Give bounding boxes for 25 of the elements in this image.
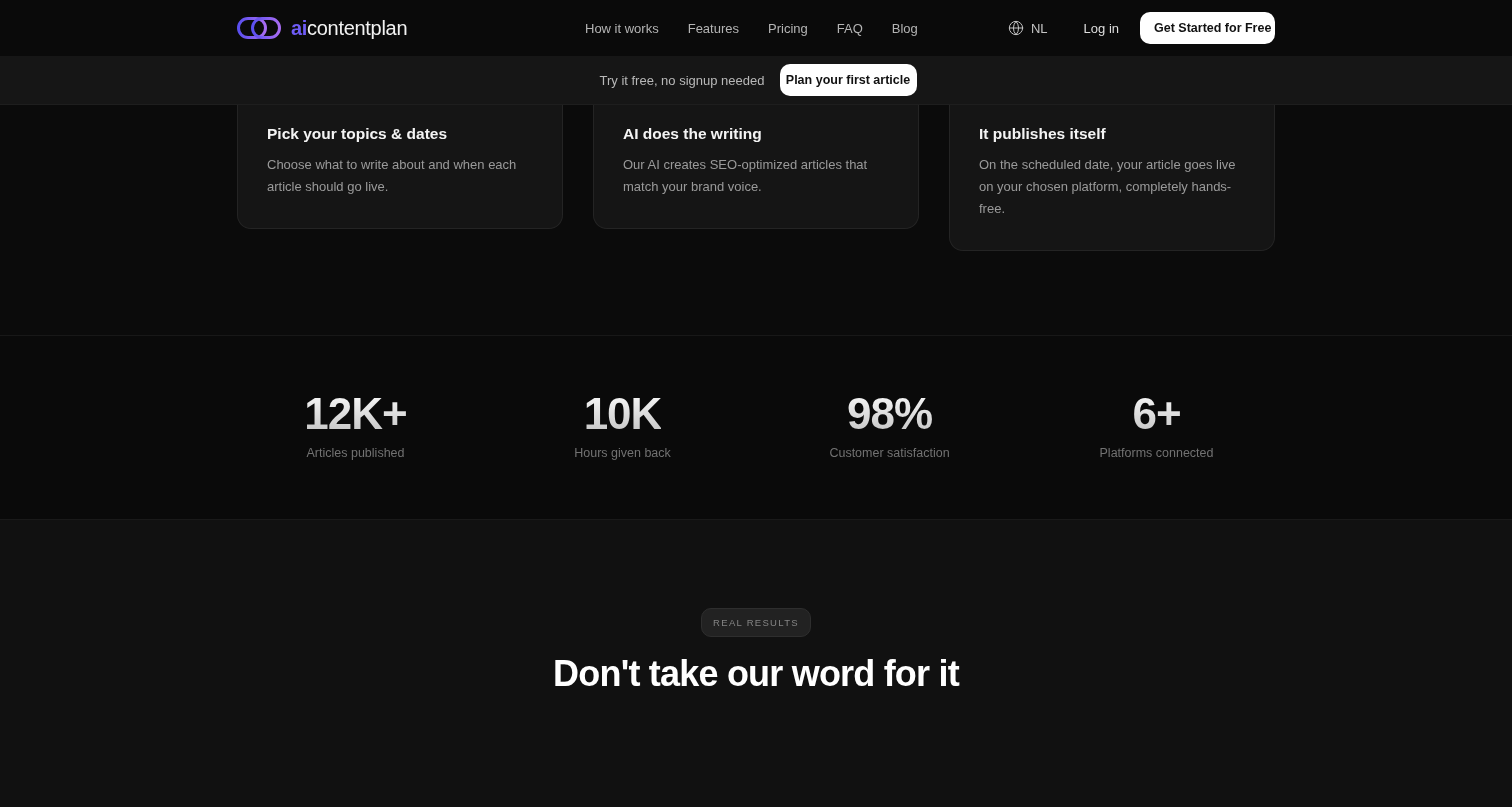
nav-link[interactable]: Pricing — [768, 20, 808, 36]
globe-icon — [1007, 20, 1024, 36]
step-description: On the scheduled date, your article goes live on your chosen platform, completely hands-free. — [979, 156, 1237, 218]
section-heading: Don't take our word for it — [553, 653, 959, 695]
plan-article-button[interactable]: Plan your first article — [779, 64, 917, 96]
step-description: Our AI creates SEO-optimized articles that match your brand voice. — [623, 156, 869, 196]
nav-link[interactable]: Blog — [891, 20, 918, 36]
nav-link[interactable]: How it works — [585, 20, 659, 36]
section-badge: REAL RESULTS — [701, 608, 811, 637]
stat-label: Hours given back — [574, 445, 671, 460]
login-link[interactable]: Log in — [1083, 20, 1119, 36]
stat-label: Articles published — [306, 445, 405, 460]
promo-text: Try it free, no signup needed — [599, 72, 765, 88]
logo-wordmark[interactable]: aicontentplan — [291, 16, 408, 40]
nav-link[interactable]: FAQ — [836, 20, 863, 36]
language-selector[interactable]: NL — [1007, 20, 1048, 36]
logo-rings-icon — [237, 17, 281, 39]
step-title: AI does the writing — [623, 124, 763, 144]
step-title: Pick your topics & dates — [267, 124, 449, 144]
stat-label: Platforms connected — [1099, 445, 1214, 460]
step-description: Choose what to write about and when each article should go live. — [267, 156, 518, 196]
nav-link[interactable]: Features — [687, 20, 739, 36]
get-started-button[interactable]: Get Started for Free — [1140, 12, 1275, 44]
stat-label: Customer satisfaction — [829, 445, 950, 460]
step-title: It publishes itself — [979, 124, 1107, 144]
